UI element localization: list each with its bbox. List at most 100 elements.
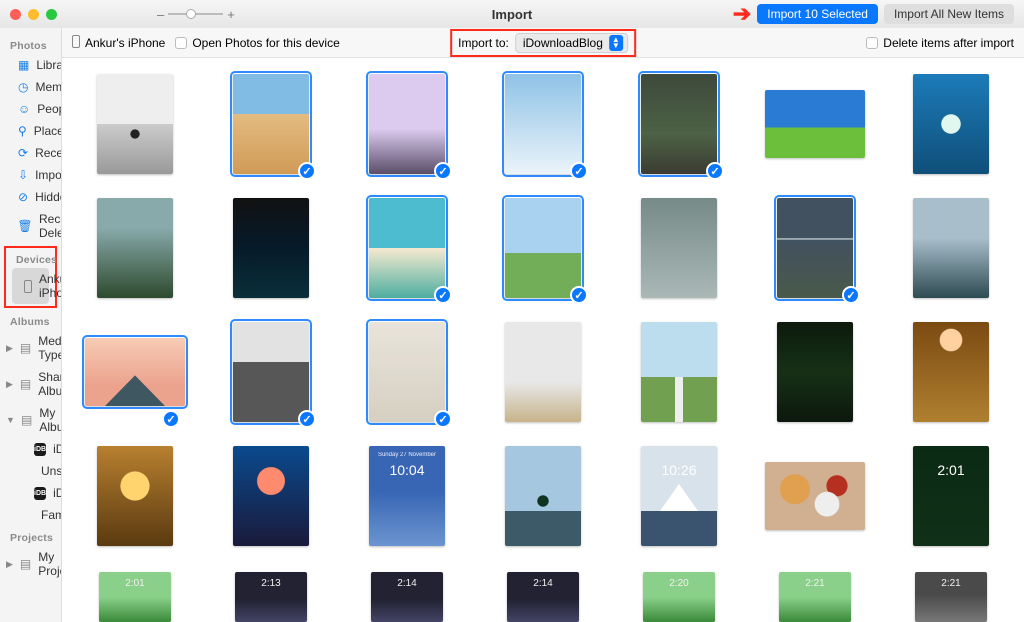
photo-thumbnail[interactable]: 2:14 (352, 568, 462, 622)
lockscreen-time: 2:21 (779, 578, 851, 589)
photo-thumbnail[interactable] (488, 196, 598, 300)
sidebar-item-label: Unsplash (41, 464, 62, 478)
lockscreen-time: 2:14 (371, 578, 443, 589)
chevron-right-icon: ▶ (6, 343, 13, 354)
annotation-devices-highlight: Devices Ankur's iPhone (4, 246, 57, 308)
photo-thumbnail[interactable] (896, 196, 1006, 300)
photo-thumbnail[interactable] (760, 72, 870, 176)
photo-thumbnail[interactable] (624, 320, 734, 424)
lockscreen-date: Sunday 27 November (369, 452, 445, 458)
photo-thumbnail[interactable] (216, 444, 326, 548)
photo-thumbnail[interactable] (760, 444, 870, 548)
folder-icon: ▤ (20, 377, 31, 391)
close-icon[interactable] (10, 9, 21, 20)
checkbox-label: Open Photos for this device (192, 36, 339, 50)
zoom-minus-icon: – (157, 7, 164, 22)
sidebar-item-label: Memories (35, 80, 62, 94)
selected-check-icon (434, 162, 452, 180)
sidebar-album-unsplash[interactable]: Unsplash (0, 460, 61, 482)
lockscreen-time: 2:20 (643, 578, 715, 589)
zoom-plus-icon: + (227, 7, 235, 22)
sidebar-item-places[interactable]: ⚲Places (0, 120, 61, 142)
photo-thumbnail[interactable]: 2:01 (896, 444, 1006, 548)
lockscreen-time: 2:01 (99, 578, 171, 589)
sidebar-item-imports[interactable]: ⇩ Imports (0, 164, 61, 186)
sidebar-album-family[interactable]: Family (0, 504, 61, 526)
photo-thumbnail[interactable] (488, 320, 598, 424)
sidebar-item-recents[interactable]: ⟳Recents (0, 142, 61, 164)
photo-thumbnail[interactable] (760, 196, 870, 300)
lockscreen-time: 2:14 (507, 578, 579, 589)
photo-thumbnail[interactable] (216, 196, 326, 300)
album-icon: iDB (34, 443, 46, 456)
delete-after-import-checkbox[interactable]: Delete items after import (866, 36, 1014, 50)
photo-thumbnail[interactable]: 2:14 (488, 568, 598, 622)
import-to-control: Import to: iDownloadBlog ▲▼ (450, 29, 636, 57)
photo-thumbnail[interactable] (624, 72, 734, 176)
library-icon: ▦ (18, 58, 29, 72)
open-photos-checkbox[interactable]: Open Photos for this device (175, 36, 339, 50)
sidebar-item-label: Ankur's iPhone (39, 272, 62, 300)
photo-thumbnail[interactable] (352, 72, 462, 176)
sidebar-item-label: Media Types (38, 334, 62, 362)
photo-thumbnail[interactable]: 10:26 (624, 444, 734, 548)
sidebar-header-projects: Projects (0, 526, 61, 546)
device-name: Ankur's iPhone (72, 35, 165, 51)
hidden-icon: ⊘ (18, 190, 28, 204)
annotation-arrow-icon: ➔ (733, 1, 751, 27)
photo-thumbnail[interactable]: 2:21 (896, 568, 1006, 622)
import-selected-button[interactable]: Import 10 Selected (757, 4, 878, 24)
sidebar-item-hidden[interactable]: ⊘Hidden (0, 186, 61, 208)
checkbox-label: Delete items after import (883, 36, 1014, 50)
photo-thumbnail[interactable] (896, 72, 1006, 176)
fullscreen-icon[interactable] (46, 9, 57, 20)
sidebar-item-people[interactable]: ☺People (0, 98, 61, 120)
photo-thumbnail[interactable]: 2:20 (624, 568, 734, 622)
photo-thumbnail[interactable] (80, 196, 190, 300)
folder-icon: ▤ (21, 413, 32, 427)
sidebar-item-memories[interactable]: ◷Memories (0, 76, 61, 98)
sidebar-item-recently-deleted[interactable]: 🗑Recently Deleted (0, 208, 61, 244)
photo-thumbnail[interactable] (624, 196, 734, 300)
photo-thumbnail[interactable] (352, 196, 462, 300)
import-to-select[interactable]: iDownloadBlog ▲▼ (515, 33, 628, 53)
lockscreen-time: 2:13 (235, 578, 307, 589)
import-all-new-button[interactable]: Import All New Items (884, 4, 1014, 24)
sidebar-item-shared-albums[interactable]: ▶▤Shared Albums (0, 366, 61, 402)
photo-thumbnail[interactable] (80, 72, 190, 176)
photo-thumbnail[interactable] (896, 320, 1006, 424)
sidebar-item-media-types[interactable]: ▶▤Media Types (0, 330, 61, 366)
sidebar-item-library[interactable]: ▦ Library (0, 54, 61, 76)
photo-thumbnail[interactable] (216, 320, 326, 424)
chevron-down-icon: ▼ (6, 415, 14, 425)
page-title: Import (492, 7, 532, 22)
photo-thumbnail[interactable] (488, 444, 598, 548)
photo-thumbnail[interactable] (352, 320, 462, 424)
photo-thumbnail[interactable] (80, 444, 190, 548)
photo-thumbnail[interactable]: 2:13 (216, 568, 326, 622)
sidebar-item-my-albums[interactable]: ▼ ▤ My Albums (0, 402, 61, 438)
photo-thumbnail[interactable] (488, 72, 598, 176)
minimize-icon[interactable] (28, 9, 39, 20)
photo-thumbnail[interactable]: Sunday 27 November10:04 (352, 444, 462, 548)
sidebar-item-label: My Albums (39, 406, 62, 434)
photo-thumbnail[interactable]: 2:01 (80, 568, 190, 622)
photo-thumbnail[interactable] (80, 320, 190, 424)
sidebar-item-label: Library (36, 58, 62, 72)
photo-thumbnail[interactable] (216, 72, 326, 176)
sidebar-album-idb[interactable]: iDBiDB (0, 438, 61, 460)
thumbnail-zoom-slider[interactable]: – + (157, 7, 235, 22)
imports-icon: ⇩ (18, 168, 28, 182)
sidebar-item-label: Recents (35, 146, 62, 160)
photo-thumbnail[interactable] (760, 320, 870, 424)
sidebar-album-idownloadblog[interactable]: iDBiDownloadBlog (0, 482, 61, 504)
selected-check-icon (570, 162, 588, 180)
photo-thumbnail[interactable]: 2:21 (760, 568, 870, 622)
sidebar-item-device-iphone[interactable]: Ankur's iPhone (12, 268, 49, 304)
checkbox-icon (175, 37, 187, 49)
selected-check-icon (434, 286, 452, 304)
lockscreen-time: 2:01 (913, 462, 989, 478)
sidebar-item-my-projects[interactable]: ▶▤My Projects (0, 546, 61, 582)
selected-check-icon (842, 286, 860, 304)
sidebar-item-label: Imports (35, 168, 62, 182)
